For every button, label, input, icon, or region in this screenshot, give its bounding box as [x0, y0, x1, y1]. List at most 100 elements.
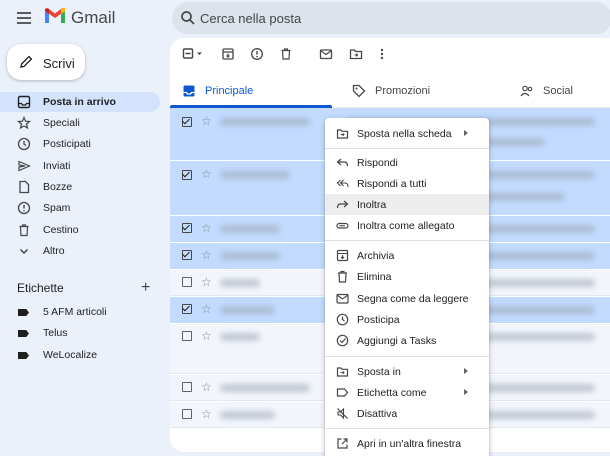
- inbox-icon: [17, 95, 31, 109]
- context-menu: Sposta nella scheda Rispondi Rispondi a …: [325, 118, 489, 456]
- row-checkbox[interactable]: [182, 303, 192, 314]
- sidebar-item-drafts[interactable]: Bozze: [0, 177, 160, 197]
- sidebar-item-label: Cestino: [43, 224, 79, 236]
- sidebar-item-label: Posta in arrivo: [43, 96, 116, 108]
- sidebar-label-item[interactable]: 5 AFM articoli: [0, 302, 160, 322]
- menu-item-forward-attachment[interactable]: Inoltra come allegato: [325, 215, 489, 236]
- sender-blurred: [220, 171, 290, 179]
- report-spam-icon[interactable]: [249, 46, 265, 62]
- menu-item-forward[interactable]: Inoltra: [325, 194, 489, 215]
- menu-item-archive[interactable]: Archivia: [325, 245, 489, 266]
- menu-item-move-to[interactable]: Sposta in: [325, 361, 489, 382]
- row-checkbox[interactable]: [182, 249, 192, 260]
- star-icon[interactable]: ☆: [201, 248, 212, 262]
- sidebar-item-more[interactable]: Altro: [0, 241, 160, 261]
- add-task-icon: [336, 334, 349, 347]
- labels-section-title: Etichette: [17, 281, 64, 295]
- clock-icon: [17, 137, 31, 151]
- label-tag-icon: [18, 330, 29, 337]
- menu-item-reply[interactable]: Rispondi: [325, 152, 489, 173]
- compose-button[interactable]: Scrivi: [7, 44, 85, 80]
- reply-all-icon: [336, 177, 349, 190]
- star-icon[interactable]: ☆: [201, 275, 212, 289]
- star-icon[interactable]: ☆: [201, 221, 212, 235]
- mark-unread-icon[interactable]: [318, 46, 334, 62]
- menu-item-label: Rispondi: [357, 157, 398, 169]
- delete-icon[interactable]: [278, 46, 294, 62]
- tab-social[interactable]: Social: [508, 74, 610, 108]
- menu-item-label: Posticipa: [357, 314, 400, 326]
- star-icon[interactable]: ☆: [201, 407, 212, 421]
- folder-move-icon: [336, 365, 349, 378]
- tab-label: Promozioni: [375, 85, 431, 97]
- menu-item-label: Segna come da leggere: [357, 293, 469, 305]
- star-icon[interactable]: ☆: [201, 114, 212, 128]
- menu-item-reply-all[interactable]: Rispondi a tutti: [325, 173, 489, 194]
- tab-principale[interactable]: Principale: [170, 74, 332, 108]
- label-tag-icon: [18, 352, 29, 359]
- menu-item-label: Apri in un'altra finestra: [357, 438, 462, 450]
- menu-item-mark-unread[interactable]: Segna come da leggere: [325, 288, 489, 309]
- sidebar-label-text: WeLocalize: [43, 349, 98, 361]
- sidebar-item-starred[interactable]: Speciali: [0, 113, 160, 133]
- row-checkbox[interactable]: [182, 331, 192, 341]
- menu-item-label: Inoltra: [357, 199, 387, 211]
- menu-item-label-as[interactable]: Etichetta come: [325, 382, 489, 403]
- star-icon[interactable]: ☆: [201, 167, 212, 181]
- menu-item-snooze[interactable]: Posticipa: [325, 309, 489, 330]
- sidebar-item-label: Bozze: [43, 181, 73, 193]
- sidebar-item-label: Spam: [43, 202, 71, 214]
- sidebar-item-sent[interactable]: Inviati: [0, 156, 160, 176]
- sidebar-item-spam[interactable]: Spam: [0, 198, 160, 218]
- select-all-checkbox[interactable]: [182, 46, 202, 62]
- star-icon[interactable]: ☆: [201, 329, 212, 343]
- submenu-arrow-icon: [464, 389, 468, 395]
- sidebar-item-inbox[interactable]: Posta in arrivo: [0, 92, 160, 112]
- menu-item-add-to-tasks[interactable]: Aggiungi a Tasks: [325, 330, 489, 351]
- menu-divider: [325, 240, 489, 241]
- menu-item-delete[interactable]: Elimina: [325, 266, 489, 287]
- row-checkbox[interactable]: [182, 409, 192, 419]
- sidebar-item-trash[interactable]: Cestino: [0, 220, 160, 240]
- row-checkbox[interactable]: [182, 277, 192, 287]
- menu-item-move-to-tab[interactable]: Sposta nella scheda: [325, 123, 489, 144]
- search-bar[interactable]: Cerca nella posta: [172, 2, 610, 34]
- archive-icon[interactable]: [220, 46, 236, 62]
- menu-item-label: Aggiungi a Tasks: [357, 335, 437, 347]
- star-icon[interactable]: ☆: [201, 302, 212, 316]
- search-icon[interactable]: [180, 10, 196, 26]
- more-options-icon[interactable]: [374, 46, 390, 62]
- sidebar-label-text: 5 AFM articoli: [43, 306, 107, 318]
- sender-blurred: [220, 333, 260, 341]
- menu-item-label: Etichetta come: [357, 387, 427, 399]
- sender-blurred: [220, 306, 275, 314]
- open-new-window-icon: [336, 437, 349, 450]
- row-checkbox[interactable]: [182, 169, 192, 180]
- main-menu-icon[interactable]: [14, 9, 34, 27]
- label-icon: [336, 386, 349, 399]
- add-label-button[interactable]: +: [141, 279, 150, 297]
- move-to-icon[interactable]: [348, 46, 364, 62]
- tab-promozioni[interactable]: Promozioni: [340, 74, 508, 108]
- sender-blurred: [220, 118, 310, 126]
- row-checkbox[interactable]: [182, 382, 192, 392]
- check-mark-icon: [182, 303, 190, 312]
- send-icon: [17, 159, 31, 173]
- star-icon[interactable]: ☆: [201, 380, 212, 394]
- sender-blurred: [220, 225, 280, 233]
- sidebar-item-snoozed[interactable]: Posticipati: [0, 134, 160, 154]
- menu-item-open-new-window[interactable]: Apri in un'altra finestra: [325, 433, 489, 454]
- archive-icon: [336, 249, 349, 262]
- sidebar-label-text: Telus: [43, 327, 68, 339]
- sidebar-label-item[interactable]: Telus: [0, 323, 160, 343]
- gmail-logo-icon[interactable]: [44, 7, 66, 25]
- row-checkbox[interactable]: [182, 116, 192, 127]
- sidebar-label-item[interactable]: WeLocalize: [0, 345, 160, 365]
- check-mark-icon: [182, 249, 190, 258]
- menu-item-mute[interactable]: Disattiva: [325, 403, 489, 424]
- search-input[interactable]: Cerca nella posta: [200, 11, 301, 26]
- row-checkbox[interactable]: [182, 222, 192, 233]
- check-mark-icon: [182, 116, 190, 125]
- tab-label: Principale: [205, 85, 254, 97]
- sender-blurred: [220, 279, 260, 287]
